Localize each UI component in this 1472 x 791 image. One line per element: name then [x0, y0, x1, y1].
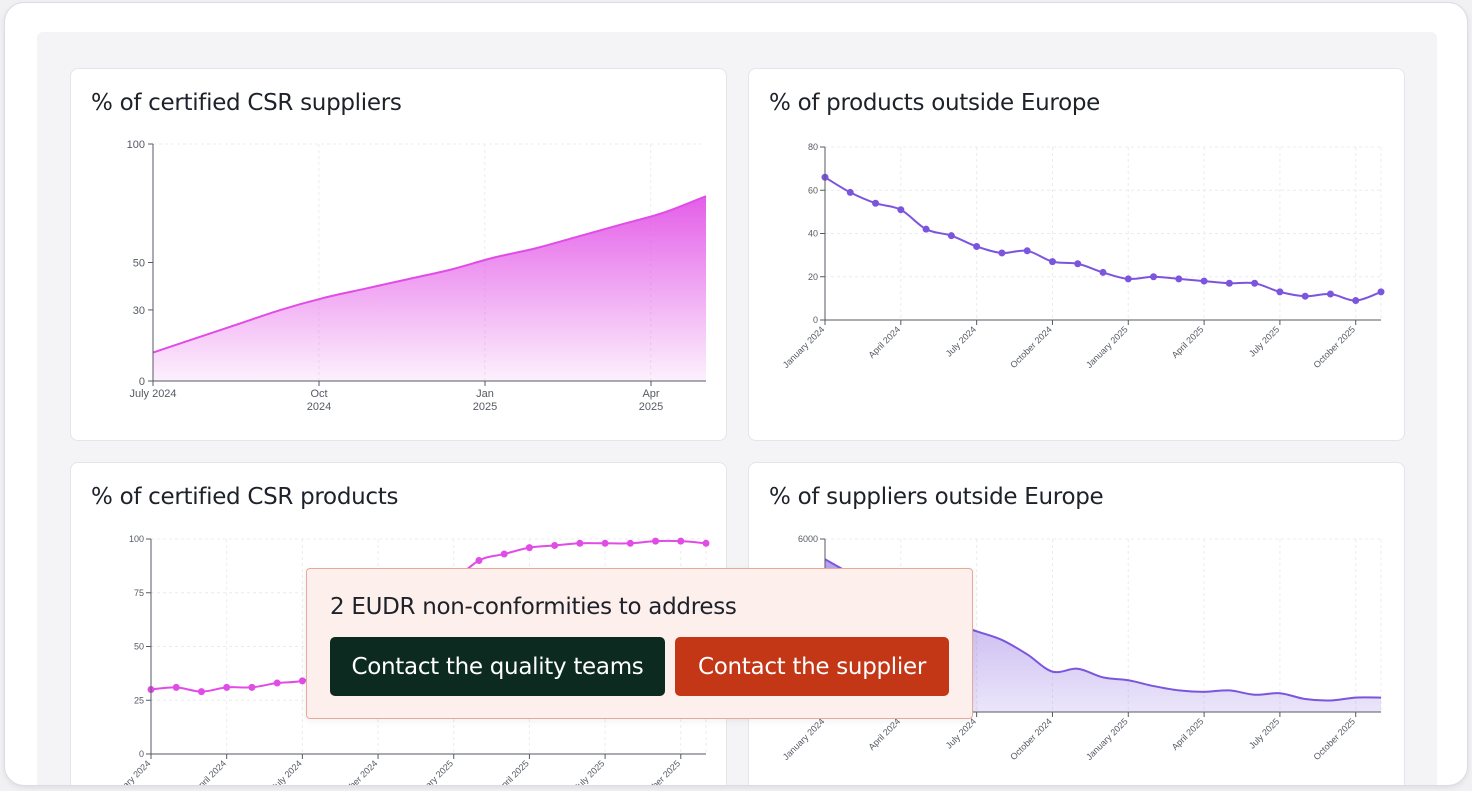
x-tick-label: January 2025 [409, 758, 455, 786]
data-point [1175, 275, 1183, 283]
y-tick-label: 75 [134, 588, 144, 598]
x-tick-label: 2024 [307, 401, 331, 413]
y-tick-label: 25 [134, 695, 144, 705]
data-point [298, 677, 306, 685]
data-point [172, 683, 180, 691]
data-point [1099, 268, 1107, 276]
data-point [947, 232, 955, 240]
x-tick-label: April 2024 [192, 758, 228, 786]
x-tick-label: 2025 [639, 401, 663, 413]
data-point [1225, 279, 1233, 287]
data-point [1200, 277, 1208, 285]
x-tick-label: April 2025 [1170, 716, 1206, 752]
data-point [1074, 260, 1082, 268]
data-point [677, 537, 685, 545]
data-point [922, 225, 930, 233]
x-tick-label: October 2024 [334, 758, 380, 786]
csr-suppliers-chart: 03050100July 2024 Oct2024Jan2025Apr2025 [127, 139, 707, 413]
data-point [1124, 275, 1132, 283]
chart-card-products-outside-europe: % of products outside Europe 0 20 40 60 80 Ja… [748, 68, 1405, 441]
contact-supplier-button[interactable]: Contact the supplier [675, 637, 949, 696]
data-point [1326, 290, 1334, 298]
x-tick-label: July 2024 [944, 716, 978, 750]
y-tick-label: 20 [808, 272, 818, 282]
x-tick-label: April 2024 [867, 324, 903, 360]
x-tick-label: July 2024 [269, 758, 303, 786]
series-line [824, 176, 1382, 302]
x-tick-label: October 2025 [1312, 324, 1358, 370]
x-tick-label: Oct [310, 388, 327, 400]
alert-message: 2 EUDR non-conformities to address [330, 594, 737, 620]
x-tick-label: April 2025 [495, 758, 531, 786]
data-point [576, 539, 584, 547]
x-tick-label: January 2024 [781, 324, 827, 370]
x-tick-label: April 2025 [1170, 324, 1206, 360]
data-point [973, 242, 981, 250]
y-tick-label: 60 [808, 185, 818, 195]
y-tick-label: 40 [808, 229, 818, 239]
data-point [248, 683, 256, 691]
y-tick-label: 0 [139, 749, 144, 759]
data-point [551, 541, 559, 549]
y-tick-label: 0 [813, 315, 818, 325]
data-point [998, 249, 1006, 257]
x-tick-label: July 2025 [572, 758, 606, 786]
x-tick-label: October 2024 [1008, 716, 1054, 762]
data-point [1377, 288, 1385, 296]
x-tick-label: April 2024 [867, 716, 903, 752]
data-point [601, 539, 609, 547]
y-tick-label: 6000 [798, 534, 818, 544]
x-tick-label: 2025 [473, 401, 497, 413]
data-point [1150, 273, 1158, 281]
data-point [1251, 279, 1259, 287]
y-tick-label: 100 [129, 534, 144, 544]
data-point [197, 688, 205, 696]
chart-card-csr-suppliers: % of certified CSR suppliers 0 30 50 100 Jul… [70, 68, 727, 441]
data-point [1048, 258, 1056, 266]
x-tick-label: October 2024 [1008, 324, 1054, 370]
y-tick-label: 50 [134, 642, 144, 652]
data-point [273, 679, 281, 687]
data-point [525, 544, 533, 552]
x-tick-label: January 2025 [1084, 324, 1130, 370]
y-tick-label: 30 [133, 305, 145, 317]
y-tick-label: 0 [139, 376, 145, 388]
data-point [652, 537, 660, 545]
data-point [1276, 288, 1284, 296]
y-tick-label: 80 [808, 142, 818, 152]
x-tick-label: January 2024 [107, 758, 153, 786]
data-point [500, 550, 508, 558]
x-tick-label: July 2024 [129, 388, 176, 400]
y-tick-label: 100 [127, 139, 145, 151]
y-tick-label: 50 [133, 258, 145, 270]
eudr-alert: 2 EUDR non-conformities to address Conta… [306, 568, 973, 719]
x-tick-label: January 2025 [1084, 716, 1130, 762]
data-point [1023, 247, 1031, 255]
data-point [223, 683, 231, 691]
x-tick-label: July 2025 [1247, 324, 1281, 358]
data-point [1352, 297, 1360, 305]
data-point [475, 557, 483, 564]
x-tick-label: January 2024 [781, 716, 827, 762]
x-tick-label: October 2025 [637, 758, 683, 786]
x-tick-label: July 2025 [1247, 716, 1281, 750]
products-outside-chart: 0 20 40 60 80 January 2024 April 2024 July 2024… [781, 142, 1385, 370]
data-point [897, 206, 905, 214]
data-point [846, 188, 854, 196]
data-point [1301, 292, 1309, 300]
data-point [872, 199, 880, 207]
contact-quality-teams-button[interactable]: Contact the quality teams [330, 637, 665, 696]
x-tick-label: October 2025 [1312, 716, 1358, 762]
x-tick-label: July 2024 [944, 324, 978, 358]
x-tick-label: Jan [476, 388, 494, 400]
data-point [702, 539, 710, 547]
x-tick-label: Apr [642, 388, 659, 400]
data-point [626, 539, 634, 547]
